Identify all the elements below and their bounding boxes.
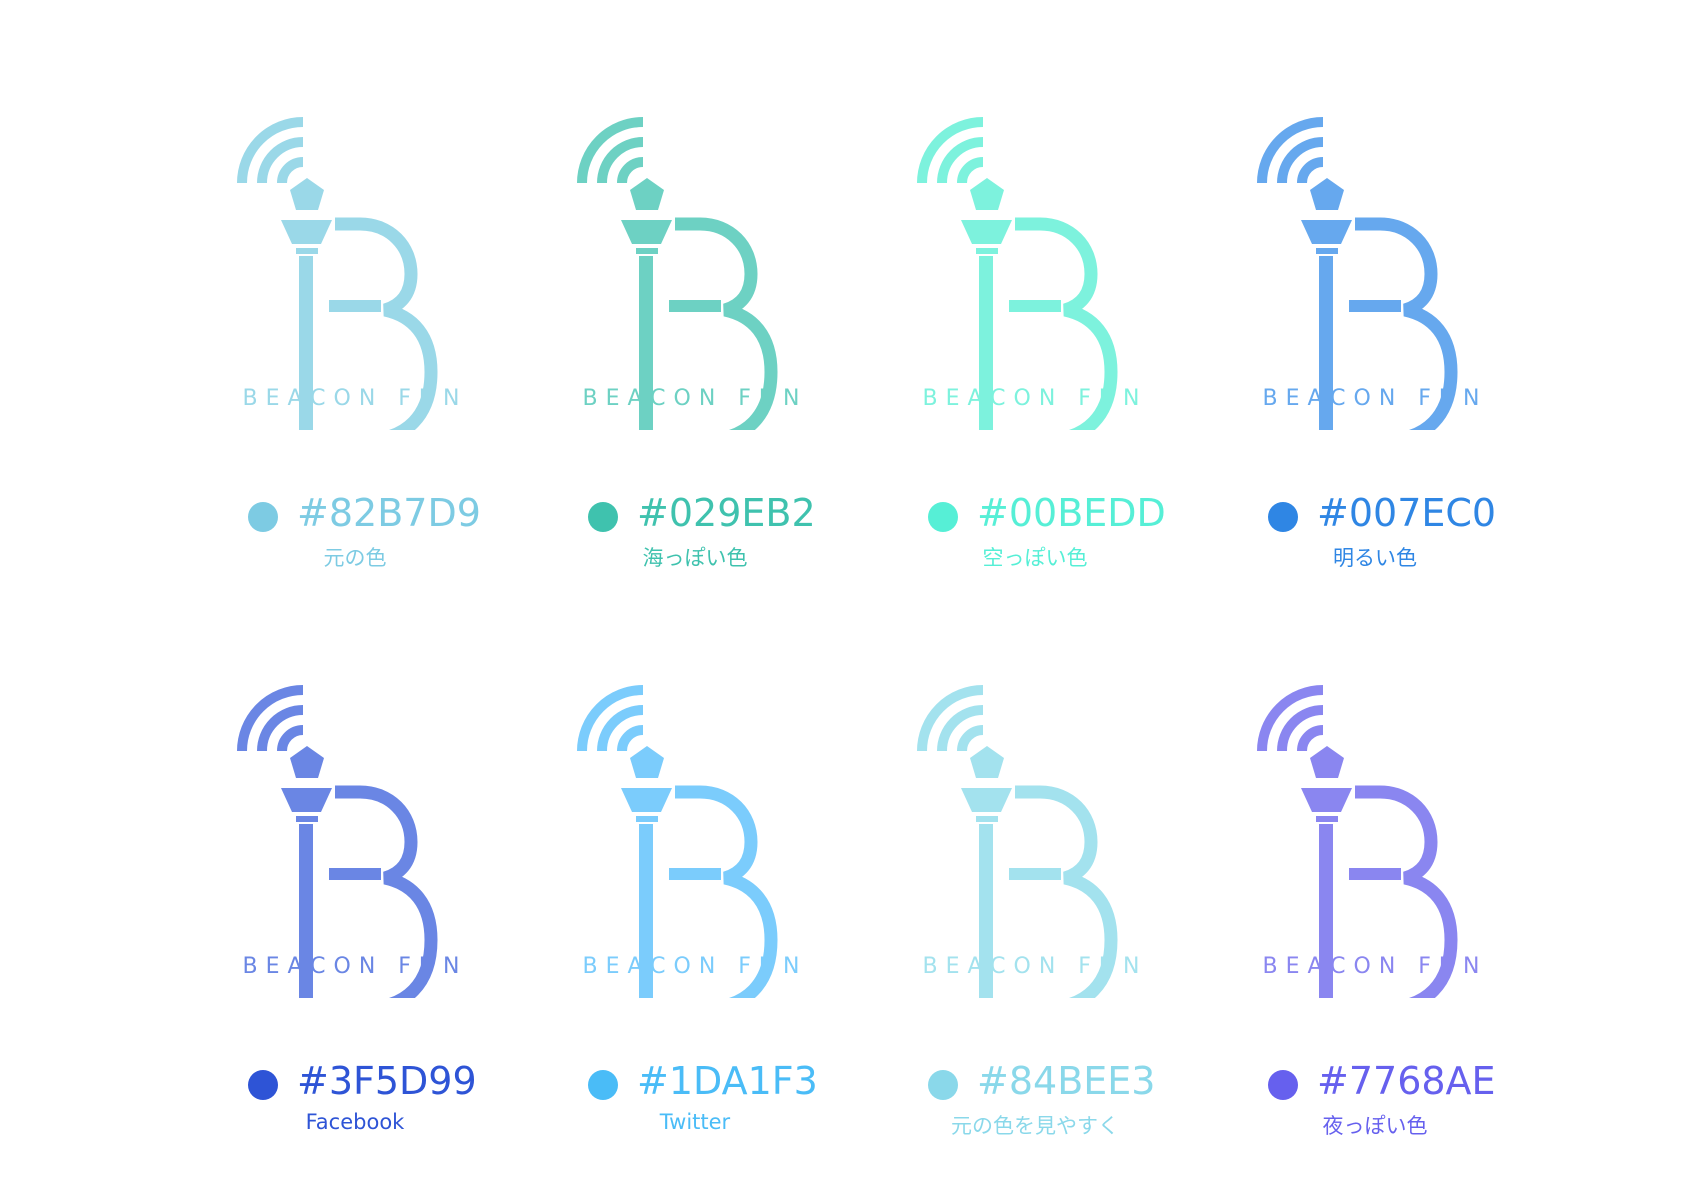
logo-variant-card: BEACON FUN #007EC0 明るい色 — [1205, 110, 1545, 610]
hex-code: #1DA1F3 — [637, 1059, 818, 1103]
color-swatch-row: #1DA1F3 — [525, 1058, 865, 1104]
logo-variant-card: BEACON FUN #029EB2 海っぽい色 — [525, 110, 865, 610]
color-note: 空っぽい色 — [982, 546, 1088, 570]
hex-code: #3F5D99 — [297, 1059, 477, 1103]
color-swatch-row: #84BEE3 — [865, 1058, 1205, 1104]
logo-variant-card: BEACON FUN #00BEDD 空っぽい色 — [865, 110, 1205, 610]
color-swatch — [588, 1070, 618, 1100]
beacon-logo — [525, 110, 865, 430]
wordmark: BEACON FUN — [1262, 386, 1488, 411]
color-swatch — [588, 502, 618, 532]
color-swatch — [248, 502, 278, 532]
color-variant-sheet: BEACON FUN #82B7D9 元の色 BEACON FUN #029EB… — [0, 0, 1684, 1191]
color-swatch — [1268, 502, 1298, 532]
hex-code: #029EB2 — [637, 491, 816, 535]
color-swatch-row: #3F5D99 — [185, 1058, 525, 1104]
color-note: 海っぽい色 — [642, 546, 748, 570]
logo-variant-card: BEACON FUN #82B7D9 元の色 — [185, 110, 525, 610]
wordmark: BEACON FUN — [1262, 954, 1488, 979]
wordmark: BEACON FUN — [242, 954, 468, 979]
wordmark: BEACON FUN — [582, 386, 808, 411]
color-swatch — [928, 502, 958, 532]
color-note: Facebook — [305, 1110, 405, 1134]
color-swatch-row: #82B7D9 — [185, 490, 525, 536]
logo-variant-card: BEACON FUN #84BEE3 元の色を見やすく — [865, 678, 1205, 1178]
color-swatch-row: #00BEDD — [865, 490, 1205, 536]
wordmark: BEACON FUN — [242, 386, 468, 411]
color-note: 明るい色 — [1333, 546, 1417, 570]
hex-code: #7768AE — [1317, 1059, 1496, 1103]
beacon-logo — [865, 678, 1205, 998]
beacon-logo — [865, 110, 1205, 430]
hex-code: #84BEE3 — [977, 1059, 1156, 1103]
hex-code: #00BEDD — [977, 491, 1166, 535]
color-note: 元の色 — [323, 546, 387, 570]
color-swatch-row: #7768AE — [1205, 1058, 1545, 1104]
color-swatch-row: #029EB2 — [525, 490, 865, 536]
logo-variant-card: BEACON FUN #1DA1F3 Twitter — [525, 678, 865, 1178]
color-note: 元の色を見やすく — [951, 1114, 1119, 1138]
beacon-logo — [525, 678, 865, 998]
beacon-logo-icon — [237, 685, 438, 998]
beacon-logo — [1205, 678, 1545, 998]
beacon-logo-icon — [577, 685, 778, 998]
beacon-logo — [1205, 110, 1545, 430]
beacon-logo-icon — [917, 117, 1118, 430]
beacon-logo-icon — [1257, 117, 1458, 430]
wordmark: BEACON FUN — [922, 386, 1148, 411]
logo-variant-card: BEACON FUN #3F5D99 Facebook — [185, 678, 525, 1178]
color-note: 夜っぽい色 — [1322, 1114, 1428, 1138]
color-swatch — [928, 1070, 958, 1100]
beacon-logo-icon — [917, 685, 1118, 998]
beacon-logo-icon — [237, 117, 438, 430]
beacon-logo-icon — [577, 117, 778, 430]
color-swatch — [248, 1070, 278, 1100]
wordmark: BEACON FUN — [582, 954, 808, 979]
hex-code: #007EC0 — [1317, 491, 1497, 535]
wordmark: BEACON FUN — [922, 954, 1148, 979]
beacon-logo — [185, 678, 525, 998]
logo-variant-card: BEACON FUN #7768AE 夜っぽい色 — [1205, 678, 1545, 1178]
color-swatch-row: #007EC0 — [1205, 490, 1545, 536]
beacon-logo — [185, 110, 525, 430]
color-note: Twitter — [659, 1110, 731, 1134]
beacon-logo-icon — [1257, 685, 1458, 998]
color-swatch — [1268, 1070, 1298, 1100]
hex-code: #82B7D9 — [297, 491, 481, 535]
